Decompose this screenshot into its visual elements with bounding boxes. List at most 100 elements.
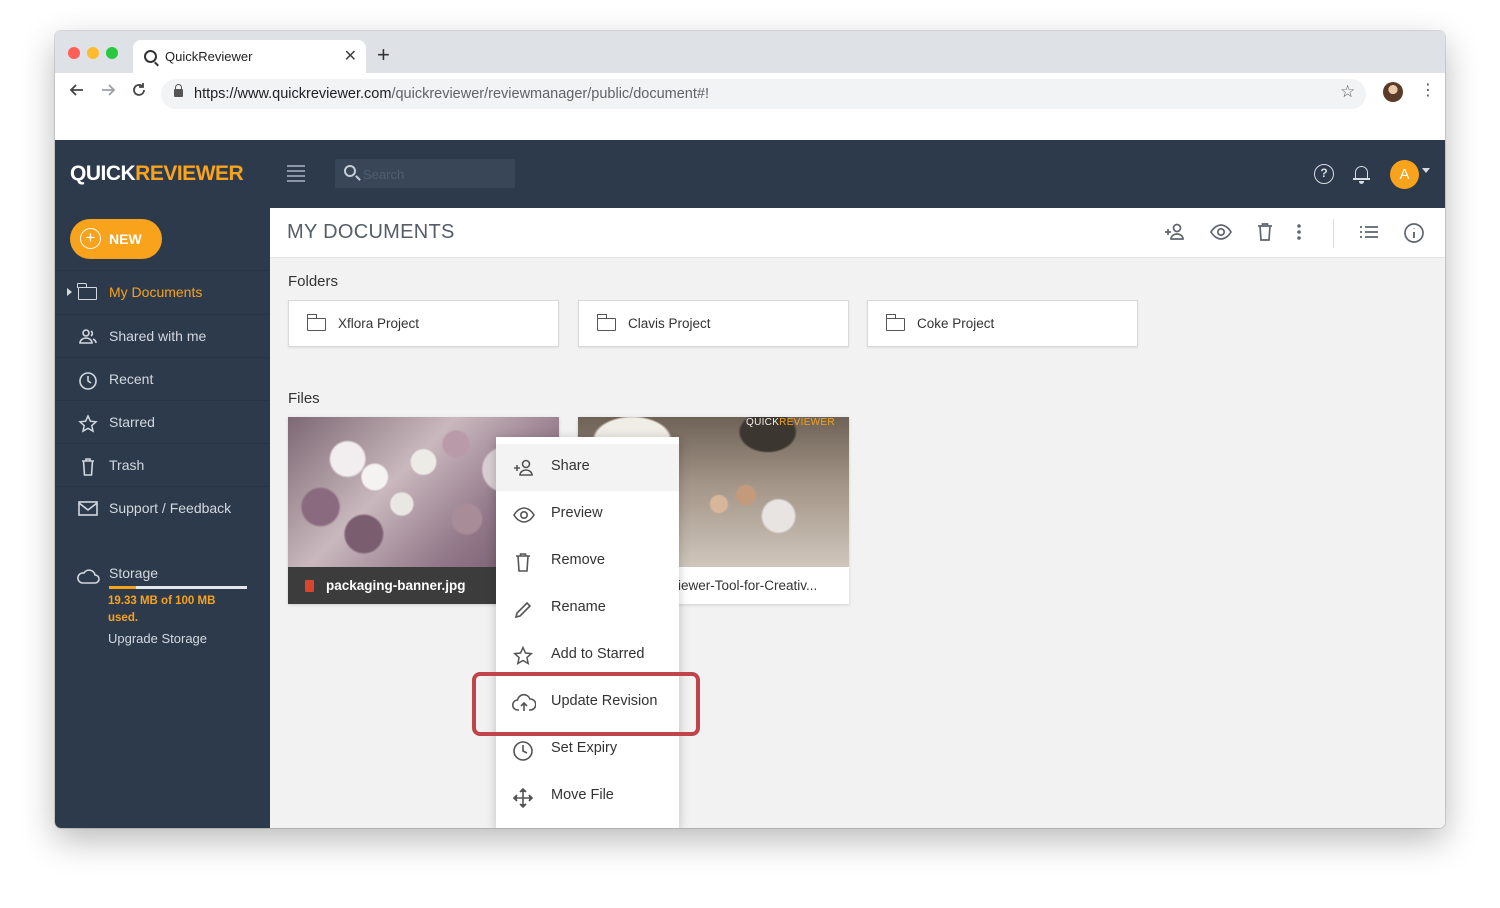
browser-tab[interactable]: QuickReviewer ✕ — [133, 40, 366, 73]
reload-icon[interactable] — [130, 81, 148, 104]
menu-item-move-file[interactable]: Move File — [496, 773, 679, 820]
bookmark-star-icon[interactable]: ☆ — [1340, 82, 1355, 102]
menu-item-add-to-starred[interactable]: Add to Starred — [496, 632, 679, 679]
sidebar-item-label: Shared with me — [109, 328, 207, 344]
folders-section-label: Folders — [288, 273, 339, 290]
trash-icon[interactable] — [1255, 222, 1275, 247]
favicon-icon — [144, 50, 157, 63]
upgrade-storage-link[interactable]: Upgrade Storage — [108, 631, 207, 646]
sidebar-item-starred[interactable]: Starred — [55, 400, 270, 443]
storage-used-text: 19.33 MB of 100 MB used. — [108, 595, 216, 624]
hamburger-menu-icon[interactable] — [287, 165, 305, 185]
lock-icon — [174, 84, 183, 97]
add-user-icon[interactable] — [1163, 222, 1187, 247]
url-text[interactable]: https://www.quickreviewer.com/quickrevie… — [194, 86, 709, 102]
eye-icon — [512, 505, 535, 525]
mail-icon — [78, 500, 98, 518]
folder-card[interactable]: Coke Project — [867, 300, 1138, 347]
menu-item-label: Move File — [551, 787, 614, 803]
sidebar-item-label: My Documents — [109, 284, 203, 300]
clock-icon — [78, 371, 98, 390]
caret-right-icon — [67, 288, 72, 296]
search-icon — [344, 165, 356, 177]
menu-item-label: Share — [551, 458, 590, 474]
sidebar-item-label: Recent — [109, 371, 154, 387]
menu-item-remove[interactable]: Remove — [496, 538, 679, 585]
chevron-down-icon[interactable] — [1422, 168, 1430, 173]
help-icon[interactable]: ? — [1314, 164, 1334, 184]
folder-icon — [77, 283, 98, 302]
sidebar-item-shared-with-me[interactable]: Shared with me — [55, 314, 270, 357]
folder-card[interactable]: Xflora Project — [288, 300, 559, 347]
browser-toolbar: https://www.quickreviewer.com/quickrevie… — [55, 73, 1445, 140]
user-avatar[interactable]: A — [1390, 160, 1419, 189]
file-name: packaging-banner.jpg — [326, 578, 466, 593]
close-window-button[interactable] — [68, 47, 80, 59]
tab-close-icon[interactable]: ✕ — [344, 46, 357, 66]
chrome-menu-icon[interactable]: ⋮ — [1420, 80, 1436, 100]
menu-item-label: Add to Starred — [551, 646, 645, 662]
sidebar-item-label: Trash — [109, 457, 145, 473]
sidebar: + NEW My Documents Shared with me Recent — [55, 208, 270, 828]
sidebar-item-label: Starred — [109, 414, 155, 430]
pencil-icon — [512, 599, 534, 619]
address-bar[interactable]: https://www.quickreviewer.com/quickrevie… — [161, 79, 1366, 109]
tab-strip: QuickReviewer ✕ + — [55, 31, 1445, 73]
menu-item-update-revision[interactable]: Update Revision — [496, 679, 679, 726]
folder-icon — [596, 314, 616, 331]
storage-progress-bar — [109, 586, 247, 589]
star-icon — [512, 645, 534, 666]
storage-progress-fill — [109, 586, 136, 589]
forward-icon[interactable] — [99, 81, 117, 104]
new-button[interactable]: + NEW — [70, 219, 162, 259]
sidebar-item-trash[interactable]: Trash — [55, 443, 270, 486]
maximize-window-button[interactable] — [106, 47, 118, 59]
info-icon[interactable] — [1403, 222, 1425, 249]
browser-window: QuickReviewer ✕ + https://www.quickrevie… — [55, 31, 1445, 828]
folder-name: Clavis Project — [628, 316, 711, 331]
profile-avatar[interactable] — [1383, 82, 1403, 102]
sidebar-item-recent[interactable]: Recent — [55, 357, 270, 400]
thumbnail-brand-text: QUICKREVIEWER — [746, 417, 835, 428]
menu-item-set-expiry[interactable]: Set Expiry — [496, 726, 679, 773]
eye-icon[interactable] — [1209, 222, 1233, 247]
app-topbar: QUICKREVIEWER ? A — [55, 140, 1445, 208]
share-user-icon — [512, 458, 534, 478]
trash-icon — [78, 457, 98, 476]
files-section-label: Files — [288, 390, 320, 407]
menu-item-label: Rename — [551, 599, 606, 615]
clock-icon — [512, 740, 534, 761]
menu-item-rename[interactable]: Rename — [496, 585, 679, 632]
sidebar-item-my-documents[interactable]: My Documents — [55, 270, 270, 313]
app-logo[interactable]: QUICKREVIEWER — [70, 162, 244, 186]
context-menu: Share Preview Remove Rename Add to Starr… — [496, 437, 679, 828]
tab-title: QuickReviewer — [165, 49, 253, 64]
image-file-icon — [305, 580, 314, 592]
list-view-icon[interactable] — [1358, 222, 1380, 247]
menu-item-preview[interactable]: Preview — [496, 491, 679, 538]
new-button-label: NEW — [109, 231, 142, 247]
app-root: QUICKREVIEWER ? A + NEW My Documents — [55, 140, 1445, 828]
menu-item-label: Preview — [551, 505, 603, 521]
page-title: MY DOCUMENTS — [287, 221, 455, 243]
back-icon[interactable] — [68, 81, 86, 104]
cloud-icon — [76, 568, 100, 584]
search-box — [335, 159, 515, 188]
storage-label: Storage — [109, 565, 159, 581]
minimize-window-button[interactable] — [87, 47, 99, 59]
folder-name: Coke Project — [917, 316, 995, 331]
sidebar-item-support-feedback[interactable]: Support / Feedback — [55, 486, 270, 529]
move-icon — [512, 787, 534, 809]
header-divider — [1333, 219, 1334, 248]
folder-card[interactable]: Clavis Project — [578, 300, 849, 347]
cloud-upload-icon — [511, 693, 537, 713]
trash-icon — [512, 552, 534, 572]
search-input[interactable] — [363, 164, 508, 184]
new-tab-icon[interactable]: + — [377, 42, 390, 68]
menu-item-share[interactable]: Share — [496, 444, 679, 491]
sidebar-item-label: Support / Feedback — [109, 500, 232, 516]
notification-bell-icon[interactable] — [1353, 164, 1370, 184]
more-vertical-icon[interactable] — [1294, 222, 1304, 247]
menu-item-label: Set Expiry — [551, 740, 618, 756]
folder-name: Xflora Project — [338, 316, 420, 331]
